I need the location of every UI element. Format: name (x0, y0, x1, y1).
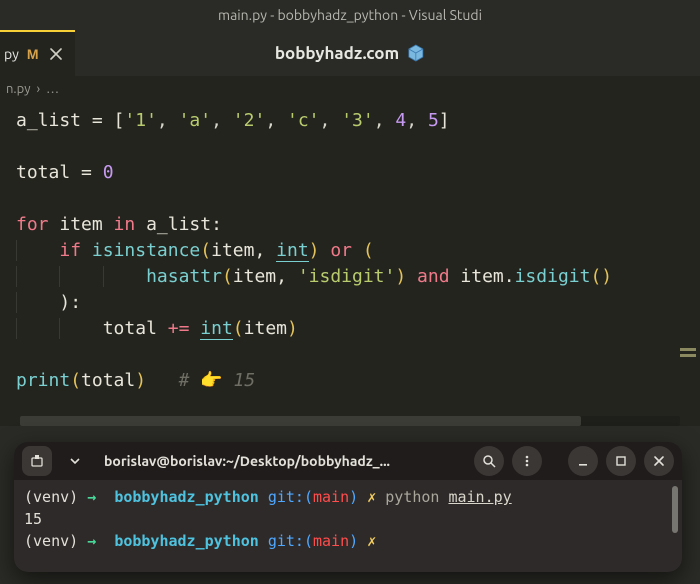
code-line (16, 134, 700, 160)
tab-label: py (4, 46, 19, 62)
breadcrumb-file: n.py (6, 82, 30, 96)
center-link[interactable]: bobbyhadz.com (275, 30, 425, 76)
minimap-gutter[interactable] (660, 102, 700, 426)
terminal-line: 15 (24, 508, 672, 530)
code-line: total = 0 (16, 160, 700, 186)
code-line: total += int(item) (16, 316, 700, 342)
close-icon[interactable] (47, 45, 65, 63)
chevron-down-icon[interactable] (60, 446, 90, 476)
chevron-right-icon: › (36, 82, 40, 96)
tab-bar: py M bobbyhadz.com (0, 30, 700, 76)
code-line (16, 342, 700, 368)
terminal-scrollbar[interactable] (672, 486, 678, 564)
scrollbar-thumb[interactable] (20, 416, 581, 426)
overview-ruler-mark (680, 354, 696, 357)
terminal-title: borislav@borislav:~/Desktop/bobbyhadz_..… (98, 453, 466, 469)
code-line: hasattr(item, 'isdigit') and item.isdigi… (16, 264, 700, 290)
menu-icon[interactable] (512, 446, 542, 476)
maximize-icon[interactable] (606, 446, 636, 476)
scrollbar-thumb[interactable] (672, 486, 678, 533)
terminal-line: (venv) → bobbyhadz_python git:(main) ✗ (24, 530, 672, 552)
horizontal-scrollbar[interactable] (20, 416, 680, 426)
minimize-icon[interactable] (568, 446, 598, 476)
code-line (16, 186, 700, 212)
code-line: if isinstance(item, int) or ( (16, 238, 700, 264)
terminal-body[interactable]: (venv) → bobbyhadz_python git:(main) ✗ p… (14, 480, 682, 558)
breadcrumb-more: … (46, 82, 59, 96)
editor-tab-main-py[interactable]: py M (0, 30, 75, 76)
breadcrumb[interactable]: n.py › … (0, 76, 700, 102)
code-editor[interactable]: a_list = ['1', 'a', '2', 'c', '3', 4, 5]… (0, 102, 700, 426)
terminal-line: (venv) → bobbyhadz_python git:(main) ✗ p… (24, 486, 672, 508)
search-icon[interactable] (474, 446, 504, 476)
code-line: a_list = ['1', 'a', '2', 'c', '3', 4, 5] (16, 108, 700, 134)
terminal-header: borislav@borislav:~/Desktop/bobbyhadz_..… (14, 442, 682, 480)
code-line: for item in a_list: (16, 212, 700, 238)
terminal-panel: borislav@borislav:~/Desktop/bobbyhadz_..… (14, 442, 682, 572)
window-title: main.py - bobbyhadz_python - Visual Stud… (0, 0, 700, 30)
overview-ruler-mark (680, 348, 696, 351)
tab-modified-indicator: M (27, 46, 39, 62)
close-icon[interactable] (644, 446, 674, 476)
code-line: print(total) # 👉 15 (16, 368, 700, 394)
code-line: ): (16, 290, 700, 316)
new-tab-button[interactable] (22, 446, 52, 476)
package-icon (407, 44, 425, 62)
center-link-text: bobbyhadz.com (275, 44, 399, 63)
